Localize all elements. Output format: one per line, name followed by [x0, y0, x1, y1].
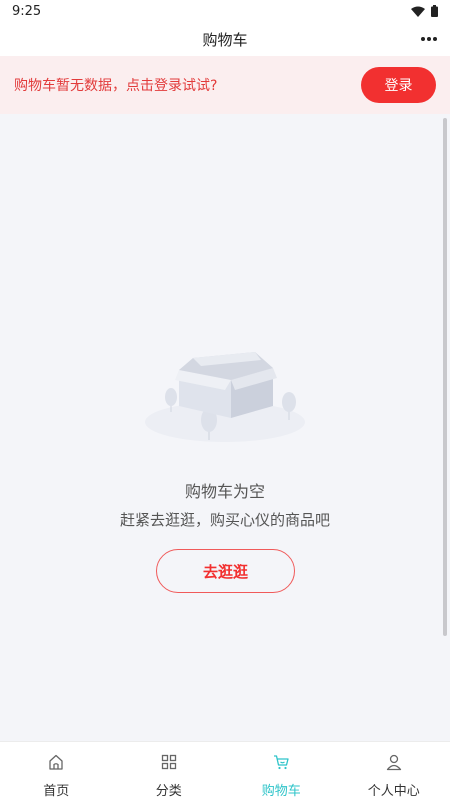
tab-label: 购物车 — [261, 784, 301, 799]
nav-bar: 购物车 — [0, 22, 450, 56]
tab-cart[interactable]: 购物车 — [225, 742, 338, 801]
home-icon — [49, 754, 63, 770]
login-tip: 购物车暂无数据，点击登录试试? — [14, 78, 218, 94]
scrollbar[interactable] — [443, 118, 447, 636]
tab-label: 个人中心 — [367, 784, 420, 799]
status-time: 9:25 — [12, 3, 42, 19]
empty-box-icon — [145, 352, 305, 442]
status-icons — [411, 5, 438, 17]
tab-label: 首页 — [43, 784, 70, 799]
more-dot-icon — [421, 37, 425, 41]
tab-label: 分类 — [155, 784, 182, 799]
tab-category[interactable]: 分类 — [113, 742, 226, 801]
go-shopping-button[interactable]: 去逛逛 — [156, 549, 295, 593]
login-button[interactable]: 登录 — [361, 67, 436, 103]
empty-subtitle: 赶紧去逛逛，购买心仪的商品吧 — [119, 511, 330, 529]
tab-home[interactable]: 首页 — [0, 742, 113, 801]
category-icon — [161, 754, 176, 770]
tab-profile[interactable]: 个人中心 — [338, 742, 450, 801]
page-title: 购物车 — [202, 30, 248, 49]
status-bar: 9:25 — [0, 0, 450, 22]
cart-icon — [274, 755, 289, 770]
profile-icon — [386, 754, 401, 771]
more-options-button[interactable] — [418, 30, 440, 48]
wifi-icon — [411, 6, 425, 17]
more-dot-icon — [433, 37, 437, 41]
bottom-tab-bar: 首页 分类 购物车 个人中心 — [0, 741, 450, 801]
empty-title: 购物车为空 — [184, 482, 265, 501]
battery-icon — [431, 5, 438, 17]
more-dot-icon — [427, 37, 431, 41]
login-banner: 购物车暂无数据，点击登录试试? 登录 — [0, 56, 450, 114]
